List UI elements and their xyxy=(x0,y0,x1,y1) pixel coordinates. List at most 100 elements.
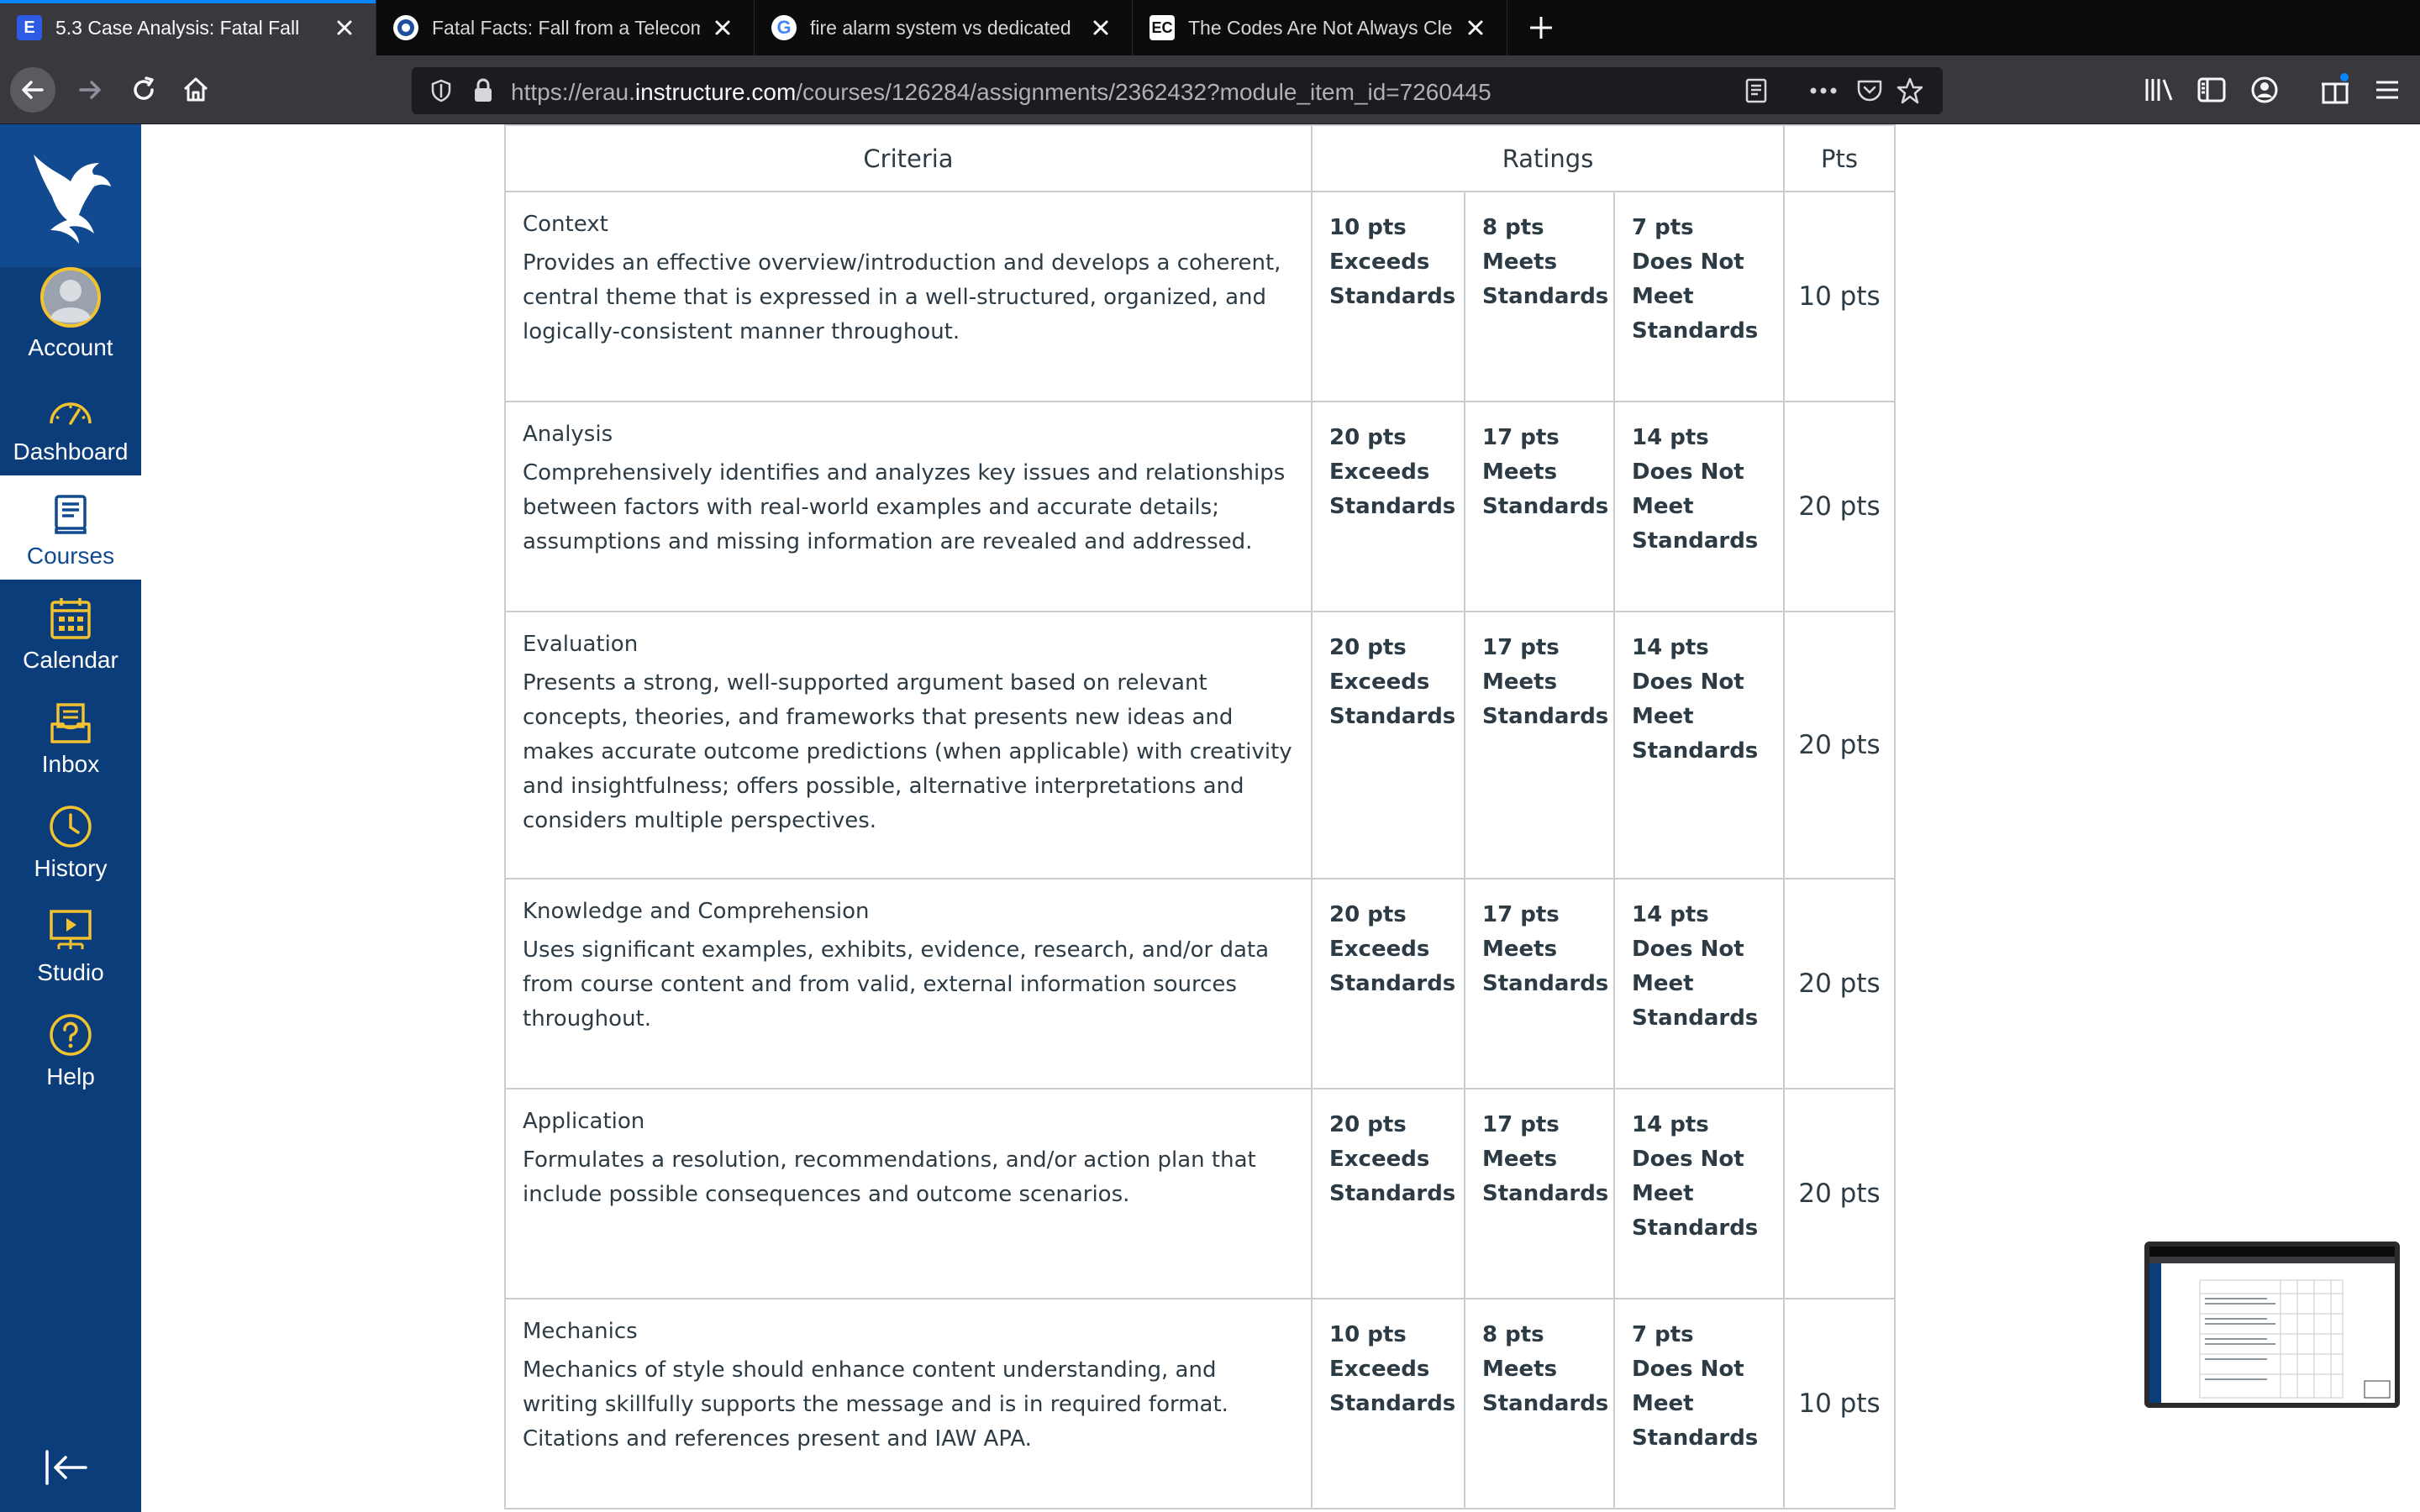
sidebar-item-label: Account xyxy=(28,334,113,360)
hamburger-menu-icon[interactable] xyxy=(2373,76,2402,104)
bookmark-star-icon[interactable] xyxy=(1896,76,1924,105)
browser-toolbar: https://erau.instructure.com/courses/126… xyxy=(0,55,2420,124)
screenshot-preview-thumbnail[interactable] xyxy=(2144,1242,2400,1408)
table-row: Mechanics Mechanics of style should enha… xyxy=(504,1298,1897,1509)
rating-cell: 17 pts Meets Standards xyxy=(1464,878,1615,1089)
rating-cell: 20 pts Exceeds Standards xyxy=(1311,878,1465,1089)
criterion-name: Knowledge and Comprehension xyxy=(523,899,870,924)
eagle-logo-icon xyxy=(34,155,111,244)
sidebar-item-dashboard[interactable]: Dashboard xyxy=(0,371,141,475)
criterion-description: Mechanics of style should enhance conten… xyxy=(523,1357,1228,1452)
browser-tab[interactable]: E 5.3 Case Analysis: Fatal Fall xyxy=(0,0,376,55)
sidebar-item-inbox[interactable]: Inbox xyxy=(0,684,141,788)
criterion-total-points: 10 pts xyxy=(1783,191,1897,402)
sidebar-item-calendar[interactable]: Calendar xyxy=(0,580,141,684)
screenshot-thumbnail-image xyxy=(2149,1247,2395,1403)
sidebar-item-studio[interactable]: Studio xyxy=(0,892,141,996)
global-navigation-sidebar: Account Dashboard Courses Calendar Inbox… xyxy=(0,124,141,1512)
url-text[interactable]: https://erau.instructure.com/courses/126… xyxy=(511,79,1491,106)
browser-tab[interactable]: G fire alarm system vs dedicated xyxy=(755,0,1133,55)
studio-icon xyxy=(50,910,92,949)
rating-label: Does Not Meet Standards xyxy=(1632,1147,1759,1241)
criterion-description: Comprehensively identifies and analyzes … xyxy=(523,460,1286,554)
more-actions-icon[interactable] xyxy=(1807,77,1840,104)
rating-label: Exceeds Standards xyxy=(1329,937,1456,996)
reader-view-icon[interactable] xyxy=(1743,77,1770,104)
rating-cell: 10 pts Exceeds Standards xyxy=(1311,1298,1465,1509)
rating-cell: 17 pts Meets Standards xyxy=(1464,401,1615,612)
rating-cell: 20 pts Exceeds Standards xyxy=(1311,1088,1465,1299)
new-tab-button[interactable] xyxy=(1507,0,1575,55)
forward-button[interactable] xyxy=(67,67,113,113)
lock-icon[interactable] xyxy=(471,77,496,104)
sidebar-toggle-icon[interactable] xyxy=(2196,76,2227,104)
criterion-total-points: 20 pts xyxy=(1783,878,1897,1089)
collapse-sidebar-icon[interactable] xyxy=(44,1446,94,1488)
sidebar-item-courses[interactable]: Courses xyxy=(0,475,141,580)
rating-label: Does Not Meet Standards xyxy=(1632,459,1759,554)
rating-label: Meets Standards xyxy=(1482,459,1609,519)
rating-label: Does Not Meet Standards xyxy=(1632,669,1759,764)
account-circle-icon[interactable] xyxy=(2250,76,2279,104)
rating-label: Meets Standards xyxy=(1482,1147,1609,1206)
sidebar-item-label: Dashboard xyxy=(13,438,129,465)
home-button[interactable] xyxy=(173,67,218,113)
rating-points: 20 pts xyxy=(1329,425,1407,450)
rating-label: Meets Standards xyxy=(1482,1357,1609,1416)
pocket-icon[interactable] xyxy=(1855,77,1884,104)
criterion-name: Context xyxy=(523,212,608,237)
close-tab-icon[interactable] xyxy=(708,13,737,42)
address-bar[interactable]: https://erau.instructure.com/courses/126… xyxy=(412,67,1943,114)
rating-points: 17 pts xyxy=(1482,1112,1560,1137)
pts-header: Pts xyxy=(1783,124,1897,192)
rating-cell: 14 pts Does Not Meet Standards xyxy=(1612,611,1786,879)
calendar-icon xyxy=(50,598,91,639)
criterion-name: Analysis xyxy=(523,422,613,447)
criterion-total-points: 10 pts xyxy=(1783,1298,1897,1509)
rating-points: 14 pts xyxy=(1632,1112,1709,1137)
google-favicon-icon: G xyxy=(771,15,797,40)
sidebar-item-help[interactable]: Help xyxy=(0,996,141,1100)
rating-points: 20 pts xyxy=(1329,1112,1407,1137)
erau-eagle-logo[interactable] xyxy=(0,124,141,267)
back-button[interactable] xyxy=(10,67,55,113)
sidebar-item-label: Courses xyxy=(26,543,115,569)
sidebar-item-account[interactable]: Account xyxy=(0,267,141,371)
rating-points: 20 pts xyxy=(1329,902,1407,927)
sidebar-item-label: Studio xyxy=(37,959,104,985)
help-icon xyxy=(50,1014,92,1056)
rating-label: Meets Standards xyxy=(1482,249,1609,309)
criterion-total-points: 20 pts xyxy=(1783,611,1897,879)
history-clock-icon xyxy=(50,806,92,848)
criterion-cell: Mechanics Mechanics of style should enha… xyxy=(504,1298,1313,1509)
reload-icon xyxy=(134,76,154,100)
extensions-gift-icon[interactable] xyxy=(2319,72,2351,106)
criterion-description: Uses significant examples, exhibits, evi… xyxy=(523,937,1270,1032)
criterion-total-points: 20 pts xyxy=(1783,401,1897,612)
tracking-shield-icon[interactable] xyxy=(429,78,454,103)
criterion-cell: Evaluation Presents a strong, well-suppo… xyxy=(504,611,1313,879)
rating-cell: 14 pts Does Not Meet Standards xyxy=(1612,878,1786,1089)
close-tab-icon[interactable] xyxy=(1086,13,1115,42)
library-icon[interactable] xyxy=(2143,76,2175,104)
rating-points: 20 pts xyxy=(1329,635,1407,660)
tab-title: The Codes Are Not Always Clea xyxy=(1188,16,1453,39)
close-tab-icon[interactable] xyxy=(330,13,359,42)
browser-tab[interactable]: EC The Codes Are Not Always Clea xyxy=(1133,0,1507,55)
sidebar-item-history[interactable]: History xyxy=(0,788,141,892)
criterion-description: Provides an effective overview/introduct… xyxy=(523,250,1281,344)
rubric-table: Criteria Ratings Pts Context Provides an… xyxy=(504,124,1897,1509)
tab-title: Fatal Facts: Fall from a Telecom xyxy=(432,16,700,39)
close-tab-icon[interactable] xyxy=(1461,13,1490,42)
inbox-icon xyxy=(50,703,91,743)
rating-cell: 7 pts Does Not Meet Standards xyxy=(1612,1298,1786,1509)
tab-title: 5.3 Case Analysis: Fatal Fall xyxy=(55,16,300,39)
reload-button[interactable] xyxy=(121,67,166,113)
sidebar-item-label: History xyxy=(34,855,108,881)
dashboard-gauge-icon xyxy=(50,402,92,425)
rating-points: 17 pts xyxy=(1482,902,1560,927)
rating-cell: 8 pts Meets Standards xyxy=(1464,1298,1615,1509)
rating-label: Does Not Meet Standards xyxy=(1632,249,1759,344)
rating-cell: 14 pts Does Not Meet Standards xyxy=(1612,1088,1786,1299)
browser-tab[interactable]: Fatal Facts: Fall from a Telecom xyxy=(376,0,755,55)
